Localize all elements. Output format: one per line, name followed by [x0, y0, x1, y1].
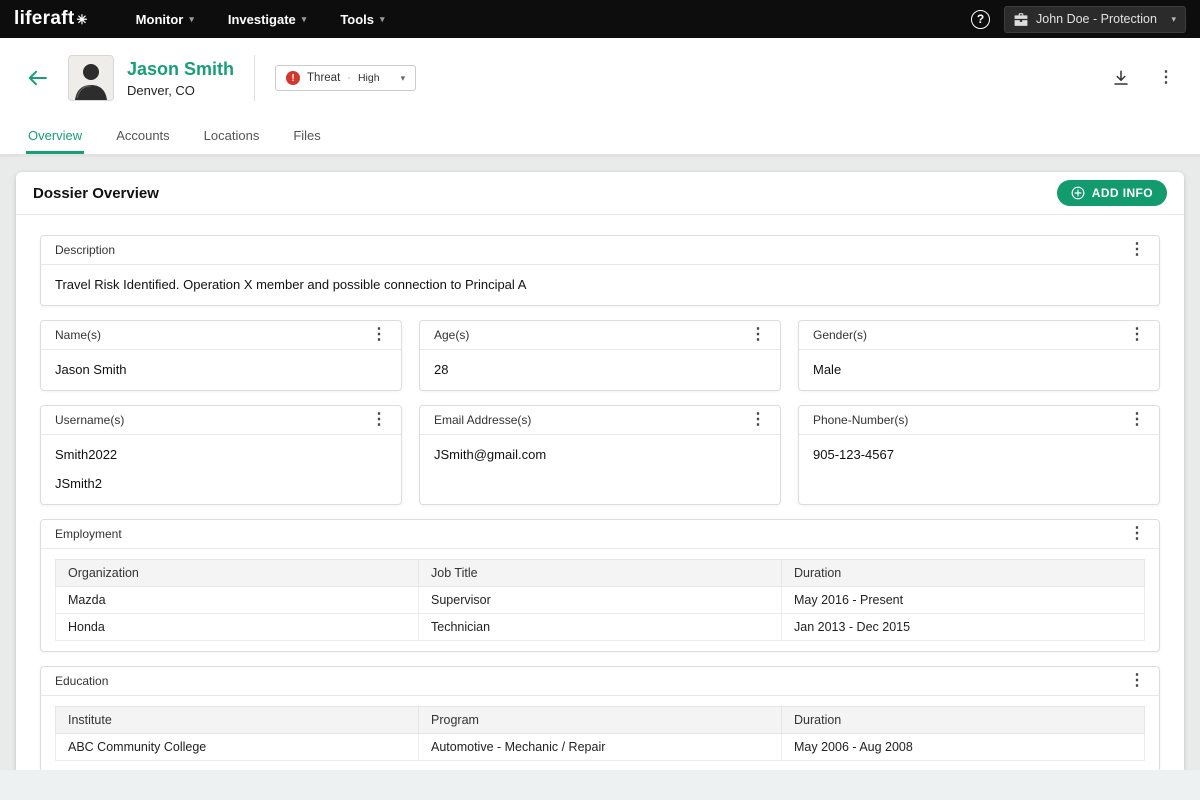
kebab-menu-icon[interactable]: ⋮	[750, 327, 766, 343]
field-card-names: Name(s) ⋮ Jason Smith	[40, 320, 402, 391]
column-header: Duration	[781, 706, 1145, 734]
kebab-menu-icon[interactable]: ⋮	[371, 327, 387, 343]
footer-strip	[0, 770, 1200, 800]
field-card-usernames: Username(s) ⋮ Smith2022 JSmith2	[40, 405, 402, 505]
dossier-overview-card: Dossier Overview ADD INFO Description ⋮ …	[16, 172, 1184, 775]
kebab-menu-icon[interactable]: ⋮	[1158, 70, 1174, 86]
tab-bar: Overview Accounts Locations Files	[0, 118, 1200, 155]
field-value: JSmith2	[55, 476, 102, 491]
field-card-education: Education ⋮ Institute Program Duration A…	[40, 666, 1160, 772]
table-row: ABC Community College Automotive - Mecha…	[55, 733, 1145, 761]
field-row-2: Username(s) ⋮ Smith2022 JSmith2 Email Ad…	[40, 405, 1160, 505]
briefcase-icon	[1014, 12, 1028, 26]
profile-header: Jason Smith Denver, CO ! Threat · High ▾…	[0, 38, 1200, 118]
threat-level-dropdown[interactable]: ! Threat · High ▾	[275, 65, 417, 91]
person-identity: Jason Smith Denver, CO	[127, 59, 234, 98]
person-name: Jason Smith	[127, 58, 235, 79]
person-location: Denver, CO	[127, 82, 195, 98]
field-label-education: Education	[55, 674, 109, 688]
chevron-down-icon: ▾	[380, 13, 385, 24]
field-label: Age(s)	[434, 328, 470, 342]
description-value: Travel Risk Identified. Operation X memb…	[55, 277, 527, 292]
navbar-right: ? John Doe - Protection ▾	[971, 5, 1186, 33]
field-label: Phone-Number(s)	[813, 413, 909, 427]
back-arrow-button[interactable]	[26, 69, 48, 87]
nav-menus: Monitor ▾ Investigate ▾ Tools ▾	[136, 12, 385, 27]
field-label: Gender(s)	[813, 328, 868, 342]
account-label: John Doe - Protection	[1036, 12, 1157, 26]
chevron-down-icon: ▾	[189, 13, 194, 24]
main-content: Dossier Overview ADD INFO Description ⋮ …	[0, 155, 1200, 775]
add-info-button[interactable]: ADD INFO	[1056, 180, 1167, 206]
nav-menu-tools[interactable]: Tools ▾	[340, 12, 384, 27]
education-table: Institute Program Duration ABC Community…	[55, 706, 1145, 761]
field-label: Email Addresse(s)	[434, 413, 532, 427]
table-row: Mazda Supervisor May 2016 - Present	[55, 586, 1145, 614]
threat-separator: ·	[347, 72, 351, 84]
field-card-phone-numbers: Phone-Number(s) ⋮ 905-123-4567	[798, 405, 1160, 505]
field-label: Name(s)	[55, 328, 102, 342]
field-value: JSmith@gmail.com	[434, 447, 547, 462]
tab-files[interactable]: Files	[291, 118, 322, 154]
field-card-ages: Age(s) ⋮ 28	[419, 320, 781, 391]
liferaft-logo[interactable]: liferaft ✳	[14, 8, 88, 30]
threat-level-value: High	[357, 72, 380, 84]
field-card-emails: Email Addresse(s) ⋮ JSmith@gmail.com	[419, 405, 781, 505]
tab-overview[interactable]: Overview	[26, 118, 85, 154]
kebab-menu-icon[interactable]: ⋮	[1129, 242, 1145, 258]
field-card-description: Description ⋮ Travel Risk Identified. Op…	[40, 235, 1160, 306]
field-label: Username(s)	[55, 413, 125, 427]
threat-alert-icon: !	[286, 71, 301, 85]
column-header: Institute	[55, 706, 419, 734]
threat-label: Threat	[307, 72, 341, 84]
employment-table: Organization Job Title Duration Mazda Su…	[55, 559, 1145, 641]
field-label-employment: Employment	[55, 527, 122, 541]
field-card-employment: Employment ⋮ Organization Job Title Dura…	[40, 519, 1160, 652]
column-header: Job Title	[418, 559, 782, 587]
kebab-menu-icon[interactable]: ⋮	[1129, 327, 1145, 343]
chevron-down-icon: ▾	[301, 13, 307, 24]
tab-accounts[interactable]: Accounts	[114, 118, 171, 154]
column-header: Program	[418, 706, 782, 734]
field-value: Male	[813, 362, 842, 377]
chevron-down-icon: ▾	[400, 72, 406, 83]
kebab-menu-icon[interactable]: ⋮	[750, 412, 766, 428]
help-icon[interactable]: ?	[971, 9, 990, 29]
field-value: 905-123-4567	[813, 447, 894, 462]
brand-text: liferaft	[14, 8, 75, 29]
top-navbar: liferaft ✳ Monitor ▾ Investigate ▾ Tools…	[0, 0, 1200, 38]
dossier-card-body: Description ⋮ Travel Risk Identified. Op…	[16, 215, 1184, 775]
download-icon[interactable]	[1112, 69, 1130, 87]
table-row: Honda Technician Jan 2013 - Dec 2015	[55, 613, 1145, 641]
chevron-down-icon: ▾	[1171, 13, 1176, 24]
nav-menu-investigate[interactable]: Investigate ▾	[228, 12, 306, 27]
dossier-card-header: Dossier Overview ADD INFO	[16, 172, 1184, 215]
vertical-divider	[254, 55, 256, 101]
field-value: Smith2022	[55, 447, 118, 462]
field-row-1: Name(s) ⋮ Jason Smith Age(s) ⋮ 28 Gender…	[40, 320, 1160, 391]
tab-locations[interactable]: Locations	[202, 118, 262, 154]
kebab-menu-icon[interactable]: ⋮	[1129, 673, 1145, 689]
page-title: Dossier Overview	[33, 184, 159, 202]
field-card-genders: Gender(s) ⋮ Male	[798, 320, 1160, 391]
column-header: Organization	[55, 559, 419, 587]
column-header: Duration	[781, 559, 1145, 587]
field-value: Jason Smith	[55, 362, 127, 377]
kebab-menu-icon[interactable]: ⋮	[1129, 526, 1145, 542]
liferaft-logo-icon: ✳	[76, 11, 88, 27]
field-value: 28	[434, 362, 449, 377]
avatar	[68, 55, 114, 101]
account-dropdown[interactable]: John Doe - Protection ▾	[1004, 5, 1186, 33]
kebab-menu-icon[interactable]: ⋮	[1129, 412, 1145, 428]
nav-menu-monitor[interactable]: Monitor ▾	[136, 12, 194, 27]
circle-plus-icon	[1071, 186, 1085, 200]
header-actions: ⋮	[1112, 69, 1174, 87]
kebab-menu-icon[interactable]: ⋮	[371, 412, 387, 428]
field-label-description: Description	[55, 243, 116, 257]
